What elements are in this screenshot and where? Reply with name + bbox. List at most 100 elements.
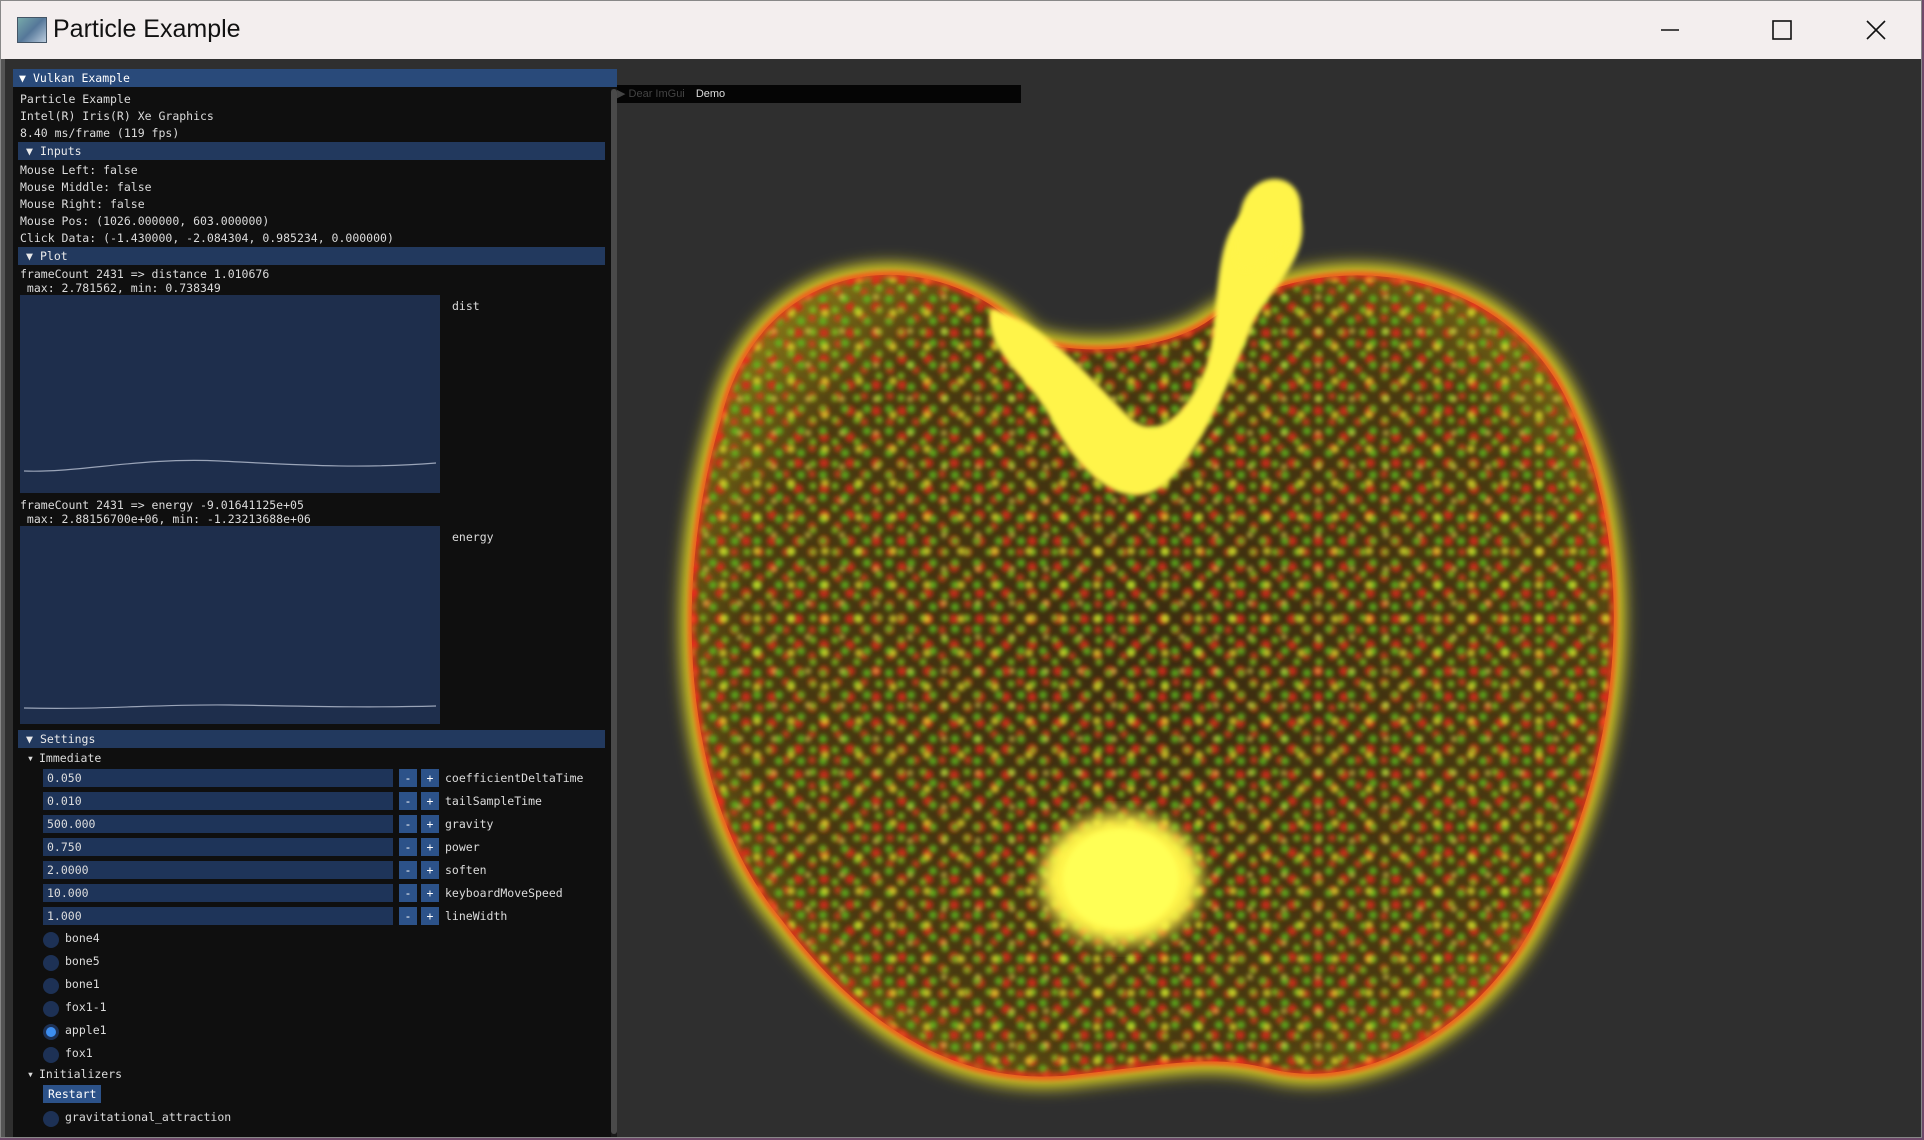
increment-button[interactable]: +: [421, 815, 439, 833]
increment-button[interactable]: +: [421, 838, 439, 856]
mouse-left-line: Mouse Left: false: [20, 163, 138, 177]
radio-label: bone1: [65, 977, 100, 991]
model-radio-bone4[interactable]: bone4: [13, 928, 617, 951]
left-border: [1, 59, 5, 1137]
increment-button[interactable]: +: [421, 792, 439, 810]
tree-arrow-icon: ▾: [27, 751, 34, 765]
model-radio-fox1[interactable]: fox1: [13, 1043, 617, 1066]
close-button[interactable]: [1831, 1, 1921, 59]
radio-label: bone4: [65, 931, 100, 945]
dist-stats-line2: max: 2.781562, min: 0.738349: [20, 281, 221, 295]
minimize-button[interactable]: [1625, 1, 1715, 59]
vulkan-example-panel[interactable]: ▼ Vulkan Example Particle Example Intel(R…: [13, 69, 617, 1137]
increment-button[interactable]: +: [421, 907, 439, 925]
input-lineWidth: 1.000 - + lineWidth: [13, 905, 617, 928]
decrement-button[interactable]: -: [399, 838, 417, 856]
field-label: lineWidth: [445, 909, 508, 923]
energy-stats-line2: max: 2.88156700e+06, min: -1.23213688e+0…: [20, 512, 311, 526]
scrollbar-thumb[interactable]: [611, 89, 617, 1134]
input-keyboardMoveSpeed: 10.000 - + keyboardMoveSpeed: [13, 882, 617, 905]
maximize-button[interactable]: [1737, 1, 1827, 59]
number-input[interactable]: 0.750: [43, 838, 393, 856]
dist-plot-line: [23, 459, 437, 472]
info-frametime: 8.40 ms/frame (119 fps): [20, 126, 180, 140]
decrement-button[interactable]: -: [399, 769, 417, 787]
initializer-radio-gravitational[interactable]: gravitational_attraction: [13, 1107, 617, 1130]
imgui-demo-window-tab[interactable]: ▶ Dear ImGui Demo: [617, 85, 1021, 103]
decrement-button[interactable]: -: [399, 815, 417, 833]
settings-header[interactable]: ▼ Settings: [18, 730, 605, 748]
demo-tab-label: Demo: [695, 88, 726, 100]
radio-circle-icon[interactable]: [43, 1001, 59, 1017]
dist-plot[interactable]: dist: [20, 295, 480, 493]
inputs-header-label: Inputs: [40, 144, 82, 158]
decrement-button[interactable]: -: [399, 884, 417, 902]
tree-arrow-icon: ▾: [27, 1067, 34, 1081]
radio-circle-icon[interactable]: [43, 1111, 59, 1127]
number-input[interactable]: 1.000: [43, 907, 393, 925]
number-input[interactable]: 0.010: [43, 792, 393, 810]
field-label: gravity: [445, 817, 494, 831]
energy-plot-label: energy: [452, 530, 494, 544]
number-input[interactable]: 0.050: [43, 769, 393, 787]
minimize-icon: [1661, 29, 1679, 31]
collapse-triangle-icon: ▼: [26, 144, 33, 158]
radio-label: apple1: [65, 1023, 107, 1037]
title-bar[interactable]: Particle Example: [1, 1, 1921, 59]
dist-plot-label: dist: [452, 299, 480, 313]
decrement-button[interactable]: -: [399, 792, 417, 810]
model-radio-bone1[interactable]: bone1: [13, 974, 617, 997]
window-title: Particle Example: [53, 15, 241, 43]
collapse-triangle-icon: ▼: [26, 249, 33, 263]
mouse-right-line: Mouse Right: false: [20, 197, 145, 211]
app-window: Particle Example ▶ Dear ImGui Demo ▼ Vul…: [0, 0, 1922, 1138]
plot-header[interactable]: ▼ Plot: [18, 247, 605, 265]
decrement-button[interactable]: -: [399, 861, 417, 879]
collapse-triangle-icon: ▼: [26, 732, 33, 746]
field-label: keyboardMoveSpeed: [445, 886, 563, 900]
app-icon: [17, 17, 47, 43]
panel-scrollbar[interactable]: [611, 89, 617, 1137]
field-label: power: [445, 840, 480, 854]
radio-label: fox1: [65, 1046, 93, 1060]
radio-circle-icon[interactable]: [43, 1047, 59, 1063]
model-radio-apple1[interactable]: apple1: [13, 1020, 617, 1043]
radio-label: gravitational_attraction: [65, 1110, 232, 1124]
number-input[interactable]: 10.000: [43, 884, 393, 902]
radio-selected-icon[interactable]: [43, 1024, 59, 1040]
input-gravity: 500.000 - + gravity: [13, 813, 617, 836]
particle-apple-render: [680, 179, 1625, 1088]
input-power: 0.750 - + power: [13, 836, 617, 859]
energy-plot[interactable]: energy: [20, 526, 494, 724]
radio-circle-icon[interactable]: [43, 978, 59, 994]
info-gpu: Intel(R) Iris(R) Xe Graphics: [20, 109, 214, 123]
increment-button[interactable]: +: [421, 884, 439, 902]
info-app-name: Particle Example: [20, 92, 131, 106]
inputs-header[interactable]: ▼ Inputs: [18, 142, 605, 160]
field-label: coefficientDeltaTime: [445, 771, 584, 785]
model-radio-fox1-1[interactable]: fox1-1: [13, 997, 617, 1020]
energy-plot-line: [23, 704, 437, 710]
initializers-tree-node[interactable]: ▾ Initializers: [13, 1066, 617, 1083]
panel-title: Vulkan Example: [33, 71, 130, 85]
radio-label: fox1-1: [65, 1000, 107, 1014]
plot-header-label: Plot: [40, 249, 68, 263]
increment-button[interactable]: +: [421, 769, 439, 787]
radio-circle-icon[interactable]: [43, 955, 59, 971]
mouse-middle-line: Mouse Middle: false: [20, 180, 152, 194]
collapse-triangle-icon[interactable]: ▼: [19, 69, 33, 87]
number-input[interactable]: 2.0000: [43, 861, 393, 879]
immediate-tree-node[interactable]: ▾ Immediate: [13, 750, 617, 767]
increment-button[interactable]: +: [421, 861, 439, 879]
input-tailSampleTime: 0.010 - + tailSampleTime: [13, 790, 617, 813]
radio-circle-icon[interactable]: [43, 932, 59, 948]
panel-title-bar[interactable]: ▼ Vulkan Example: [13, 69, 617, 87]
mouse-pos-line: Mouse Pos: (1026.000000, 603.000000): [20, 214, 270, 228]
model-radio-bone5[interactable]: bone5: [13, 951, 617, 974]
maximize-icon: [1772, 20, 1792, 40]
restart-button[interactable]: Restart: [43, 1085, 102, 1103]
demo-tab-faded: ▶ Dear ImGui: [617, 88, 685, 100]
input-soften: 2.0000 - + soften: [13, 859, 617, 882]
decrement-button[interactable]: -: [399, 907, 417, 925]
number-input[interactable]: 500.000: [43, 815, 393, 833]
